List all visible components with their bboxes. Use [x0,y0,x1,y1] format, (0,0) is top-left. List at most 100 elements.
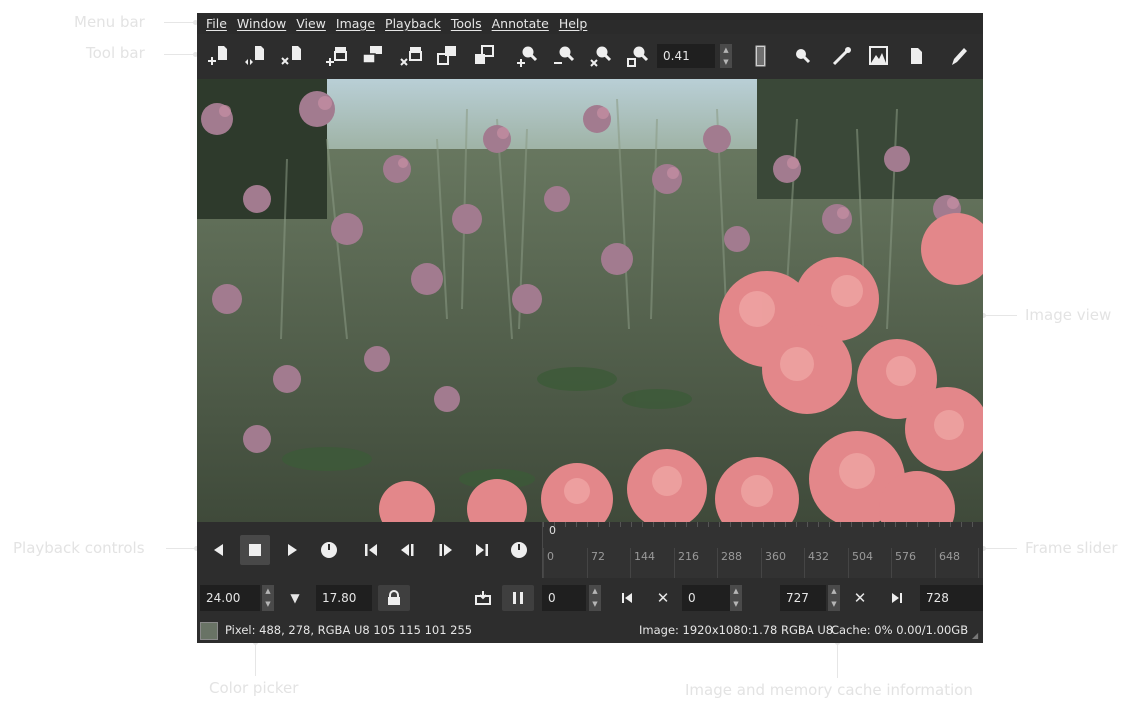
play-backward-icon[interactable] [204,535,234,565]
timeline-tick-label: 0 [547,550,554,563]
remove-image-icon[interactable] [279,42,305,70]
page-icon[interactable] [903,42,929,70]
end-frame-field[interactable]: 728 [920,585,983,611]
viewer-window: File Window View Image Playback Tools An… [197,13,983,643]
add-image-icon[interactable] [205,42,231,70]
magnify-icon[interactable] [790,42,816,70]
pencil-icon[interactable] [946,42,972,70]
first-frame-icon[interactable] [356,535,386,565]
image-view[interactable] [197,79,983,522]
frame-slider[interactable]: 0 0 72 144 216 288 360 432 504 576 648 [542,522,983,578]
timeline-minor-tick [653,522,654,527]
next-frame-icon[interactable] [430,535,460,565]
menu-bar: File Window View Image Playback Tools An… [197,13,983,34]
clear-in-point-icon[interactable]: ✕ [650,585,676,611]
timeline-minor-tick [576,522,577,527]
chevron-up-icon: ▲ [831,587,837,595]
zoom-input[interactable]: 0.41 [657,44,715,68]
frame-in-input[interactable]: 0 [542,585,586,611]
timeline-minor-tick [972,522,973,527]
timeline-tick-label: 576 [895,550,916,563]
menu-annotate[interactable]: Annotate [492,16,549,31]
color-picker-swatch[interactable] [200,622,218,640]
zoom-fit-icon[interactable] [625,42,651,70]
timeline-minor-tick [664,522,665,527]
timeline-tick-line [978,548,979,578]
timeline-minor-tick [730,522,731,527]
timeline-minor-tick [620,522,621,527]
lock-fps-icon[interactable] [378,585,410,611]
set-in-point-icon[interactable] [614,585,640,611]
leader-tool-bar [164,54,195,55]
timeline-minor-tick [554,522,555,527]
frame-out-stepper[interactable]: ▲ ▼ [828,585,840,611]
frame-in-stepper[interactable]: ▲ ▼ [589,585,601,611]
layer-front-icon[interactable] [434,42,460,70]
timeline-minor-tick [774,522,775,527]
fps-target-input[interactable]: 24.00 [200,585,260,611]
timeline-minor-tick [763,522,764,527]
timeline-tick-line [543,548,544,578]
timeline-minor-tick [609,522,610,527]
playback-mode-icon[interactable] [504,535,534,565]
stack-layers-icon[interactable] [360,42,386,70]
menu-view[interactable]: View [296,16,326,31]
timeline-minor-tick [543,522,544,527]
color-bar-icon[interactable] [748,42,774,70]
last-frame-icon[interactable] [467,535,497,565]
timeline-tick-line [630,548,631,578]
timeline-minor-tick [895,522,896,527]
timeline-minor-tick [840,522,841,527]
timeline-tick-label: 288 [721,550,742,563]
timeline-minor-tick [862,522,863,527]
add-layer-icon[interactable] [323,42,349,70]
fps-stepper[interactable]: ▲ ▼ [262,585,274,611]
timeline-minor-tick [950,522,951,527]
callout-menu-bar: Menu bar [74,13,145,31]
frame-controls: 24.00 ▲ ▼ ▼ 17.80 0 ▲ ▼ ✕ 0 ▲ ▼ 727 ▲ ▼ … [197,578,983,618]
timeline-minor-tick [906,522,907,527]
set-out-point-icon[interactable] [884,585,910,611]
play-forward-icon[interactable] [277,535,307,565]
compare-image-icon[interactable] [242,42,268,70]
clear-out-point-icon[interactable]: ✕ [847,585,873,611]
previous-frame-icon[interactable] [393,535,423,565]
current-frame-stepper[interactable]: ▲ ▼ [730,585,742,611]
timeline-tick-label: 72 [591,550,605,563]
audio-toggle-icon[interactable] [470,585,496,611]
timeline-minor-tick [752,522,753,527]
chevron-down-icon: ▼ [592,600,598,608]
resize-grip-icon[interactable]: ◢ [972,632,978,640]
menu-window[interactable]: Window [237,16,286,31]
loop-mode-icon[interactable] [314,535,344,565]
zoom-stepper[interactable]: ▲ ▼ [720,44,732,68]
menu-playback[interactable]: Playback [385,16,441,31]
timeline-tick-label: 648 [939,550,960,563]
image-info: Image: 1920x1080:1.78 RGBA U8 [639,623,834,637]
tool-bar: 0.41 ▲ ▼ [197,34,983,79]
timeline-minor-tick [741,522,742,527]
menu-image[interactable]: Image [336,16,375,31]
current-frame-input[interactable]: 0 [682,585,730,611]
chevron-down-icon: ▼ [265,600,271,608]
fps-dropdown-icon[interactable]: ▼ [282,585,308,611]
pause-icon[interactable] [502,585,534,611]
layer-back-icon[interactable] [471,42,497,70]
menu-help[interactable]: Help [559,16,588,31]
histogram-icon[interactable] [866,42,892,70]
menu-file[interactable]: File [206,16,227,31]
callout-playback-controls: Playback controls [13,539,145,557]
timeline-minor-tick [719,522,720,527]
zoom-in-icon[interactable] [514,42,540,70]
zoom-out-icon[interactable] [551,42,577,70]
timeline-minor-tick [631,522,632,527]
timeline-tick-line [587,548,588,578]
frame-out-input[interactable]: 727 [780,585,826,611]
menu-tools[interactable]: Tools [451,16,482,31]
timeline-minor-tick [917,522,918,527]
zoom-reset-icon[interactable] [588,42,614,70]
timeline-minor-tick [796,522,797,527]
eyedropper-icon[interactable] [829,42,855,70]
remove-layer-icon[interactable] [398,42,424,70]
stop-icon[interactable] [240,535,270,565]
